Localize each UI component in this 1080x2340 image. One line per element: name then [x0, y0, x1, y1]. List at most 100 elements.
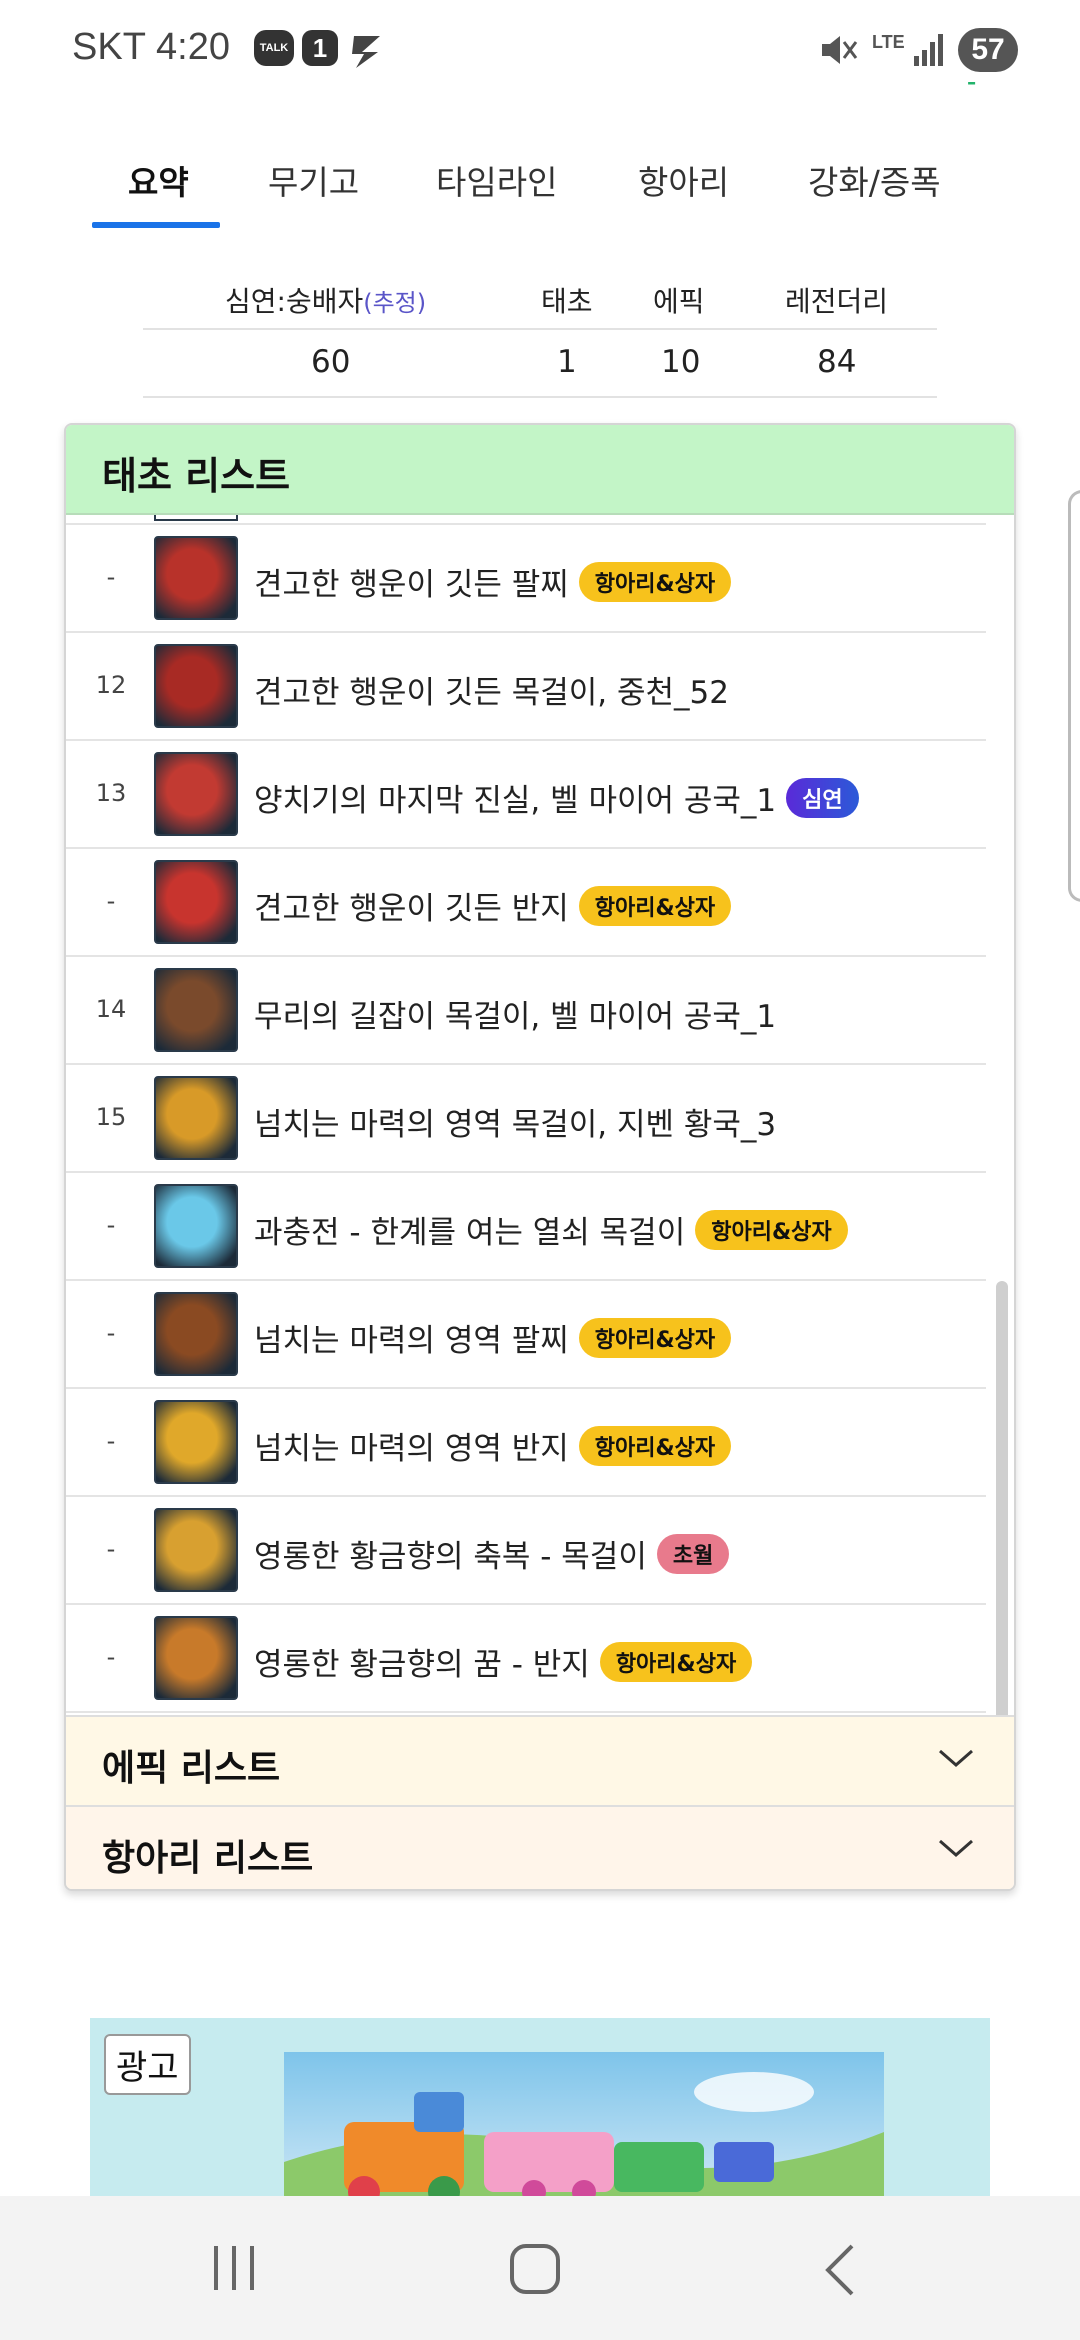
item-name[interactable]: 무리의 길잡이 목걸이, 벨 마이어 공국_1 [254, 991, 776, 1036]
system-nav-bar [0, 2196, 1080, 2340]
epic-list-header[interactable]: 에픽 리스트 [66, 1715, 1014, 1805]
taecho-list-title: 태초 리스트 [102, 454, 291, 498]
divider [143, 328, 937, 330]
source-badge: 항아리&상자 [599, 1642, 753, 1682]
item-name[interactable]: 견고한 행운이 깃든 목걸이, 중천_52 [254, 667, 729, 712]
epic-list-title: 에픽 리스트 [102, 1748, 281, 1789]
summary-value-epic: 10 [661, 344, 701, 380]
item-name-text: 영롱한 황금향의 꿈 - 반지 [254, 1647, 590, 1683]
chevron-down-icon [939, 1749, 973, 1767]
item-icon [154, 1292, 238, 1376]
table-row[interactable]: 13 양치기의 마지막 진실, 벨 마이어 공국_1 심연 [66, 741, 986, 849]
table-row[interactable]: - 넘치는 마력의 영역 팔찌 항아리&상자 [66, 1281, 986, 1389]
item-icon [154, 968, 238, 1052]
item-name-text: 견고한 행운이 깃든 팔찌 [254, 567, 569, 603]
carrier-label: SKT [72, 26, 146, 68]
table-row[interactable]: - 영롱한 황금향의 꿈 - 반지 항아리&상자 [66, 1605, 986, 1713]
notification-count-icon: 1 [302, 30, 338, 66]
jar-list-header[interactable]: 항아리 리스트 [66, 1805, 1014, 1889]
network-type: LTE [872, 32, 905, 52]
item-number: - [106, 887, 116, 915]
home-icon[interactable] [508, 2242, 564, 2298]
item-icon [154, 1508, 238, 1592]
item-number: 12 [95, 671, 127, 699]
back-icon[interactable] [820, 2242, 860, 2298]
item-name-text: 넘치는 마력의 영역 반지 [254, 1431, 569, 1467]
item-number: - [106, 563, 116, 591]
summary-value-taecho: 1 [557, 344, 577, 380]
item-name[interactable]: 넘치는 마력의 영역 팔찌 항아리&상자 [254, 1315, 732, 1360]
source-badge: 항아리&상자 [578, 562, 732, 602]
source-badge: 항아리&상자 [578, 1318, 732, 1358]
item-name-text: 양치기의 마지막 진실, 벨 마이어 공국_1 [254, 783, 777, 819]
mute-icon [822, 36, 858, 64]
item-name[interactable]: 영롱한 황금향의 꿈 - 반지 항아리&상자 [254, 1639, 753, 1684]
battery-indicator: 57 [958, 28, 1018, 72]
item-icon [154, 1616, 238, 1700]
item-icon [154, 1076, 238, 1160]
table-row-partial [66, 515, 986, 525]
edge-panel-handle[interactable] [1068, 490, 1080, 902]
summary-header-epic: 에픽 [653, 285, 705, 318]
item-name[interactable]: 견고한 행운이 깃든 팔찌 항아리&상자 [254, 559, 732, 604]
estimate-note: (추정) [363, 289, 427, 317]
item-name-text: 과충전 - 한계를 여는 열쇠 목걸이 [254, 1215, 686, 1251]
table-row[interactable]: 15 넘치는 마력의 영역 목걸이, 지벤 황국_3 [66, 1065, 986, 1173]
item-name[interactable]: 영롱한 황금향의 축복 - 목걸이 초월 [254, 1531, 730, 1576]
item-icon [154, 1400, 238, 1484]
table-row[interactable]: 12 견고한 행운이 깃든 목걸이, 중천_52 [66, 633, 986, 741]
item-number: - [106, 1643, 116, 1671]
item-number: 13 [95, 779, 127, 807]
source-badge: 초월 [656, 1534, 730, 1574]
item-number: 14 [95, 995, 127, 1023]
item-name-text: 무리의 길잡이 목걸이, 벨 마이어 공국_1 [254, 999, 777, 1035]
tab-jar[interactable]: 항아리 [638, 156, 729, 204]
item-name[interactable]: 넘치는 마력의 영역 목걸이, 지벤 황국_3 [254, 1099, 776, 1144]
item-name-text: 영롱한 황금향의 축복 - 목걸이 [254, 1539, 647, 1575]
item-name[interactable]: 양치기의 마지막 진실, 벨 마이어 공국_1 심연 [254, 775, 859, 820]
summary-value-legendary: 84 [817, 344, 857, 380]
clock: 4:20 [156, 26, 230, 68]
tab-bar: 요약 무기고 타임라인 항아리 강화/증폭 [92, 150, 992, 230]
item-number: 15 [95, 1103, 127, 1131]
kakaotalk-icon: TALK [254, 30, 294, 66]
table-row[interactable]: - 견고한 행운이 깃든 팔찌 항아리&상자 [66, 525, 986, 633]
summary-header-abyss: 심연:숭배자(추정) [225, 280, 426, 320]
item-list-accordion: 태초 리스트 - 견고한 행운이 깃든 팔찌 항아리&상자 12 견고한 행운이 깃든 … [64, 423, 1016, 1891]
status-bar: SKT 4:20 TALK 1 LTE 57 [0, 0, 1080, 82]
taecho-item-list[interactable]: - 견고한 행운이 깃든 팔찌 항아리&상자 12 견고한 행운이 깃든 목걸이, 중천… [66, 515, 1014, 1805]
item-name[interactable]: 넘치는 마력의 영역 반지 항아리&상자 [254, 1423, 732, 1468]
item-icon [154, 752, 238, 836]
item-icon [154, 1184, 238, 1268]
ad-image [284, 2052, 884, 2198]
tab-armory[interactable]: 무기고 [268, 156, 359, 204]
source-badge: 항아리&상자 [578, 886, 732, 926]
taecho-list-header[interactable]: 태초 리스트 [66, 425, 1014, 515]
tab-timeline[interactable]: 타임라인 [436, 156, 557, 204]
ad-banner[interactable]: 광고 [90, 2018, 990, 2198]
item-icon [154, 860, 238, 944]
summary-header-legendary: 레전더리 [785, 285, 889, 318]
source-badge: 심연 [786, 778, 859, 818]
recent-apps-icon[interactable] [210, 2242, 260, 2294]
item-name[interactable]: 견고한 행운이 깃든 반지 항아리&상자 [254, 883, 732, 928]
tab-summary[interactable]: 요약 [128, 156, 189, 204]
summary-header-abyss-label: 심연:숭배자 [225, 285, 364, 318]
item-name-text: 넘치는 마력의 영역 팔찌 [254, 1323, 569, 1359]
table-row[interactable]: - 넘치는 마력의 영역 반지 항아리&상자 [66, 1389, 986, 1497]
table-row[interactable]: - 영롱한 황금향의 축복 - 목걸이 초월 [66, 1497, 986, 1605]
item-name[interactable]: 과충전 - 한계를 여는 열쇠 목걸이 항아리&상자 [254, 1207, 848, 1252]
ad-label: 광고 [104, 2034, 191, 2095]
table-row[interactable]: - 과충전 - 한계를 여는 열쇠 목걸이 항아리&상자 [66, 1173, 986, 1281]
flash-app-icon [352, 36, 380, 68]
item-icon [154, 644, 238, 728]
active-tab-indicator [92, 222, 220, 228]
item-name-text: 견고한 행운이 깃든 목걸이, 중천_52 [254, 675, 729, 711]
table-row[interactable]: 14 무리의 길잡이 목걸이, 벨 마이어 공국_1 [66, 957, 986, 1065]
summary-table: 심연:숭배자(추정) 태초 에픽 레전더리 60 1 10 84 [143, 262, 937, 398]
table-row[interactable]: - 견고한 행운이 깃든 반지 항아리&상자 [66, 849, 986, 957]
item-number: - [106, 1211, 116, 1239]
item-number: - [106, 1319, 116, 1347]
item-number: - [106, 1535, 116, 1563]
tab-reinforce[interactable]: 강화/증폭 [808, 156, 941, 204]
